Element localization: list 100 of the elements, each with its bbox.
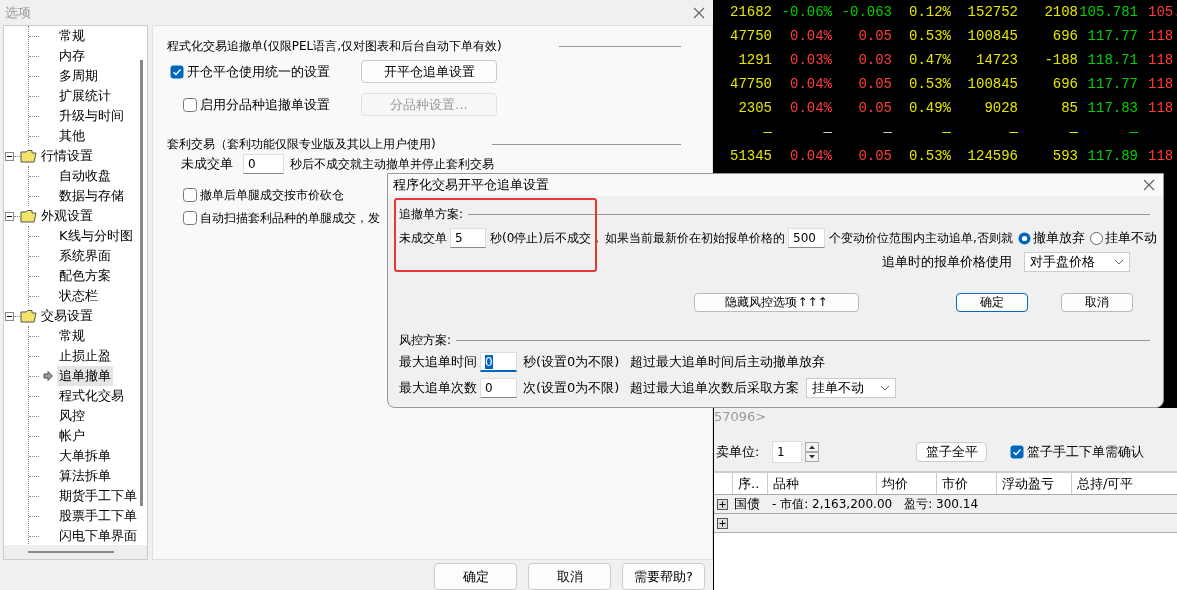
tree-item[interactable]: 算法拆单 (57, 466, 113, 486)
dialog-button[interactable]: 确定 (434, 563, 517, 590)
checkbox[interactable] (1010, 445, 1024, 459)
checkbox-label: 启用分品种追撤单设置 (200, 95, 330, 114)
tree-item[interactable]: 配色方案 (57, 266, 113, 286)
quote-cell-text: 0.05 (857, 100, 892, 116)
dialog-button[interactable]: 取消 (528, 563, 611, 590)
tree-group[interactable]: 外观设置 (41, 207, 93, 225)
tree-item[interactable]: 多周期 (57, 66, 100, 86)
quote-cell-text: 47750 (729, 76, 772, 92)
seconds-field[interactable]: 5 (450, 228, 486, 248)
section-title: 风控方案: (399, 331, 452, 349)
table-header: 市价 (936, 473, 996, 494)
ticks-field[interactable]: 500 (788, 228, 825, 248)
quote-cell-text: — (882, 124, 892, 140)
quote-cell-text: 117.89 (1086, 148, 1138, 164)
close-icon[interactable] (1143, 179, 1155, 191)
scrollbar[interactable] (140, 60, 143, 506)
tree-item[interactable]: 状态栏 (57, 286, 100, 306)
field-label: 追单时的报单价格使用 (882, 253, 1012, 271)
table-header: 品种 (767, 473, 876, 494)
spinner-icon[interactable] (805, 442, 819, 462)
quote-cell-text: 117.77 (1086, 76, 1138, 92)
quote-cell-text: 100845 (966, 76, 1018, 92)
field-label: 最大追单时间 (399, 353, 478, 371)
quote-cell-text: -188 (1043, 52, 1078, 68)
collapse-icon[interactable] (5, 151, 14, 161)
tree-item[interactable]: 追单撤单 (57, 366, 113, 386)
quote-cell-text: 0.04% (789, 76, 832, 92)
tree-item[interactable]: 股票手工下单 (57, 506, 138, 526)
tree-group[interactable]: 交易设置 (41, 307, 93, 325)
quote-cell-text: 0.04% (789, 100, 832, 116)
tree-item[interactable]: 系统界面 (57, 246, 113, 266)
field-label: 未成交单 (181, 155, 234, 173)
note-text: 超过最大追单次数后采取方案 (630, 379, 799, 397)
quote-cell-text: 9028 (983, 100, 1018, 116)
quote-cell-text: — (762, 124, 772, 140)
limit-field[interactable]: 0 (480, 378, 517, 398)
checkbox-label: 撤单后单腿成交按市价砍仓 (200, 186, 344, 204)
field-label: 未成交单 (399, 229, 447, 247)
radio-label: 撤单放弃 (1032, 229, 1085, 247)
tree-item[interactable]: 大单拆单 (57, 446, 113, 466)
close-icon[interactable] (693, 6, 705, 19)
quote-cell-text: 47750 (729, 28, 772, 44)
folder-icon (20, 309, 37, 323)
scrollbar[interactable] (28, 551, 114, 553)
tree-item[interactable]: 止损止盈 (57, 346, 113, 366)
flatten-button[interactable]: 篮子全平 (916, 442, 987, 462)
quote-cell-text: 118 (1147, 28, 1175, 44)
quote-cell-text: 117.83 (1086, 100, 1138, 116)
dialog-button[interactable]: 确定 (956, 293, 1028, 312)
unit-field[interactable]: 1 (772, 441, 802, 463)
chevron-down-icon (1114, 259, 1124, 265)
tree-item[interactable]: 常规 (57, 326, 87, 346)
field-label: 最大追单次数 (399, 379, 478, 397)
tree-item[interactable]: 自动收盘 (57, 166, 113, 186)
checkbox[interactable] (170, 64, 184, 79)
tree-group[interactable]: 行情设置 (41, 147, 93, 165)
checkbox-label: 篮子手工下单需确认 (1027, 443, 1144, 461)
radio-button[interactable] (1017, 231, 1031, 245)
tree-item[interactable]: 风控 (57, 406, 87, 426)
action-dropdown[interactable]: 挂单不动 (806, 378, 896, 398)
dialog-title: 程序化交易开平仓追单设置 (393, 176, 549, 194)
quote-cell-text: 21682 (729, 4, 772, 20)
dialog-button[interactable]: 取消 (1061, 293, 1133, 312)
tree-item[interactable]: 其他 (57, 126, 87, 146)
tree-item[interactable]: 程式化交易 (57, 386, 126, 406)
tree-item[interactable]: 帐户 (57, 426, 87, 446)
checkbox[interactable] (183, 188, 197, 202)
tree-item[interactable]: 升级与时间 (57, 106, 126, 126)
table-header: 总持/可平 (1071, 473, 1174, 494)
checkbox[interactable] (183, 211, 197, 225)
tree-item[interactable]: 常规 (57, 26, 87, 46)
quote-cell-text: 0.53% (908, 148, 951, 164)
expand-icon[interactable] (717, 517, 728, 529)
tree-item[interactable]: 数据与存储 (57, 186, 126, 206)
field-label: 卖单位: (716, 443, 761, 461)
radio-label: 挂单不动 (1104, 229, 1157, 247)
tree-item[interactable]: 内存 (57, 46, 87, 66)
tree-item[interactable]: 扩展统计 (57, 86, 113, 106)
toggle-risk-button[interactable]: 隐藏风控选项↑↑↑ (694, 293, 859, 312)
limit-field[interactable]: 0 (480, 352, 517, 372)
tree-item[interactable]: 闪电下单界面 (57, 526, 138, 545)
price-dropdown[interactable]: 对手盘价格 (1024, 252, 1130, 272)
tree-item[interactable]: 期货手工下单 (57, 486, 138, 506)
quote-cell-text: 118 (1147, 52, 1175, 68)
radio-button[interactable] (1089, 231, 1103, 245)
group-name: 国债 (734, 495, 760, 513)
collapse-icon[interactable] (5, 211, 14, 221)
account-text: 57096> (714, 408, 768, 426)
dialog-button[interactable]: 需要帮助? (622, 563, 705, 590)
quote-cell-text: 696 (1051, 76, 1078, 92)
quote-cell-text: 0.03% (789, 52, 832, 68)
tree-item[interactable]: K线与分时图 (57, 226, 135, 246)
collapse-icon[interactable] (5, 311, 14, 321)
market-value: - 市值: 2,163,200.00 (772, 495, 893, 513)
checkbox[interactable] (183, 97, 197, 112)
expand-icon[interactable] (717, 498, 728, 510)
settings-button[interactable]: 开平仓追单设置 (361, 60, 497, 83)
seconds-field[interactable]: 0 (243, 154, 284, 174)
